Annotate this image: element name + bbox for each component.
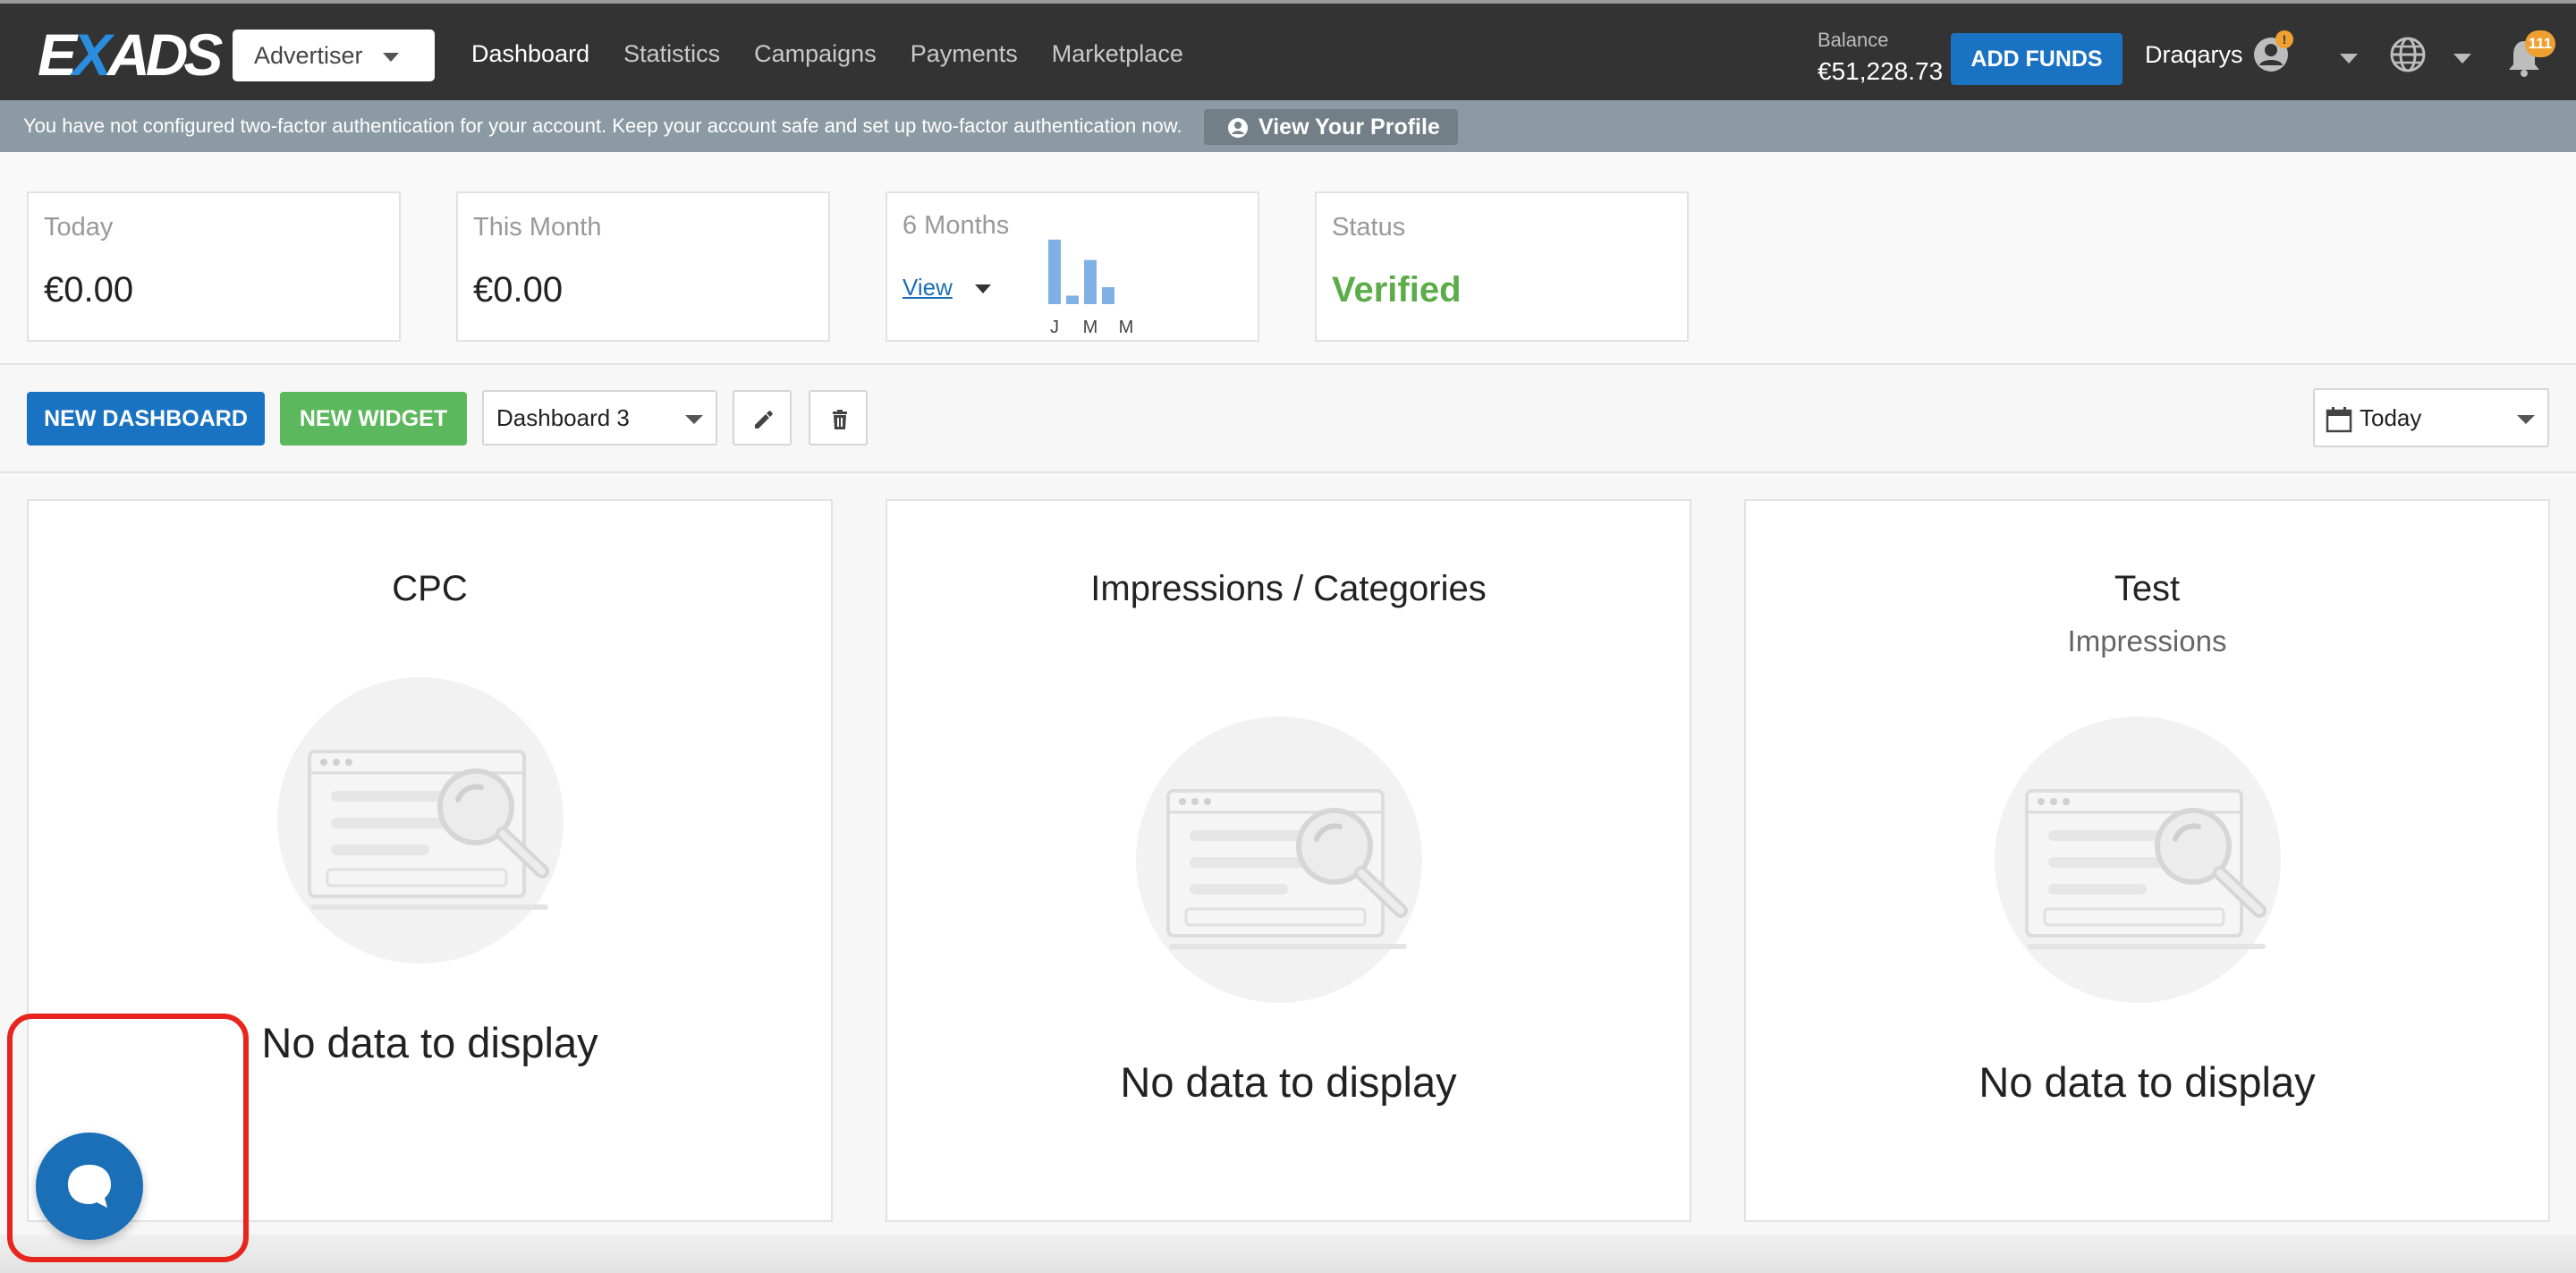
mini-chart-tick-label: J [1050, 318, 1059, 337]
summary-today-label: Today [44, 213, 114, 242]
top-navbar: EXADS Advertiser Dashboard Statistics Ca… [0, 0, 2576, 100]
divider [0, 471, 2576, 473]
widget-title: Test [2114, 569, 2181, 608]
balance-label: Balance [1818, 29, 1889, 51]
mini-chart-tick-label: M [1119, 318, 1134, 337]
user-circle-icon [1228, 118, 1248, 138]
calendar-icon [2326, 407, 2352, 433]
balance-value: €51,228.73 [1818, 57, 1944, 85]
new-dashboard-button[interactable]: NEW DASHBOARD [27, 392, 265, 446]
role-dropdown[interactable]: Advertiser [233, 30, 435, 81]
summary-today-card: Today €0.00 [27, 191, 401, 342]
highlight-annotation [7, 1014, 249, 1262]
no-data-text: No data to display [1979, 1058, 2316, 1106]
globe-icon[interactable] [2389, 36, 2427, 73]
widget-test: Test Impressions No data to display [1744, 499, 2550, 1222]
notification-count-badge: 111 [2525, 30, 2555, 57]
language-chevron-icon[interactable] [2453, 54, 2471, 64]
mini-chart-bar [1048, 239, 1061, 304]
summary-today-value: €0.00 [44, 270, 134, 310]
exads-logo[interactable]: EXADS [38, 25, 223, 84]
add-funds-button[interactable]: ADD FUNDS [1951, 33, 2123, 85]
banner-message: You have not configured two-factor authe… [23, 115, 1182, 137]
view-profile-label: View Your Profile [1258, 115, 1440, 140]
view-profile-button[interactable]: View Your Profile [1204, 109, 1458, 145]
view-chevron-down-icon[interactable] [975, 284, 991, 293]
summary-month-card: This Month €0.00 [456, 191, 830, 342]
widget-impressions-categories: Impressions / Categories No data to disp… [886, 499, 1691, 1222]
trash-icon [833, 410, 847, 429]
mini-chart-bar [1084, 259, 1097, 304]
edit-dashboard-button[interactable] [733, 390, 792, 446]
nav-statistics[interactable]: Statistics [606, 4, 737, 104]
date-range-value: Today [2360, 404, 2422, 431]
summary-six-months-label: 6 Months [902, 211, 1010, 240]
summary-status-value: Verified [1332, 270, 1462, 310]
chevron-down-icon [2517, 415, 2535, 424]
summary-status-card: Status Verified [1315, 191, 1689, 342]
nav-payments[interactable]: Payments [894, 4, 1035, 104]
chat-launcher-button[interactable] [36, 1133, 143, 1240]
nav-campaigns[interactable]: Campaigns [737, 4, 894, 104]
chat-bubble-icon [68, 1165, 111, 1208]
delete-dashboard-button[interactable] [809, 390, 868, 446]
nav-marketplace[interactable]: Marketplace [1035, 4, 1200, 104]
avatar-warning-badge: ! [2275, 30, 2293, 48]
nav-dashboard[interactable]: Dashboard [454, 4, 606, 104]
mini-chart-bar [1066, 295, 1079, 304]
bottom-shade [0, 1235, 2576, 1273]
pencil-icon [755, 411, 773, 429]
chevron-down-icon [383, 53, 399, 62]
summary-area: Today €0.00 This Month €0.00 6 Months Vi… [0, 152, 2576, 365]
chevron-down-icon [685, 415, 703, 424]
summary-month-label: This Month [473, 213, 602, 242]
dashboard-select-value: Dashboard 3 [496, 404, 630, 431]
mini-chart-tick-label: M [1083, 318, 1098, 337]
dashboard-select[interactable]: Dashboard 3 [482, 390, 717, 446]
no-data-text: No data to display [1120, 1058, 1457, 1106]
user-menu-chevron-icon[interactable] [2340, 54, 2358, 64]
no-data-illustration-icon [1136, 712, 1440, 1007]
role-dropdown-label: Advertiser [254, 42, 363, 69]
date-range-select[interactable]: Today [2313, 388, 2549, 447]
summary-month-value: €0.00 [473, 270, 564, 310]
username[interactable]: Draqarys [2145, 41, 2243, 69]
two-factor-banner: You have not configured two-factor authe… [0, 100, 2576, 152]
mini-chart-bar [1102, 287, 1114, 304]
new-widget-button[interactable]: NEW WIDGET [280, 392, 467, 446]
divider [0, 363, 2576, 365]
view-link[interactable]: View [902, 274, 953, 301]
summary-six-months-card: 6 Months View J M M [886, 191, 1259, 342]
widget-title: CPC [392, 569, 468, 608]
main-nav: Dashboard Statistics Campaigns Payments … [454, 4, 1200, 104]
six-months-mini-chart: JMM [1048, 239, 1134, 337]
widget-subtitle: Impressions [2067, 624, 2227, 658]
no-data-illustration-icon [1995, 712, 2299, 1007]
no-data-illustration-icon [277, 673, 581, 968]
summary-status-label: Status [1332, 213, 1406, 242]
widget-title: Impressions / Categories [1090, 569, 1487, 608]
